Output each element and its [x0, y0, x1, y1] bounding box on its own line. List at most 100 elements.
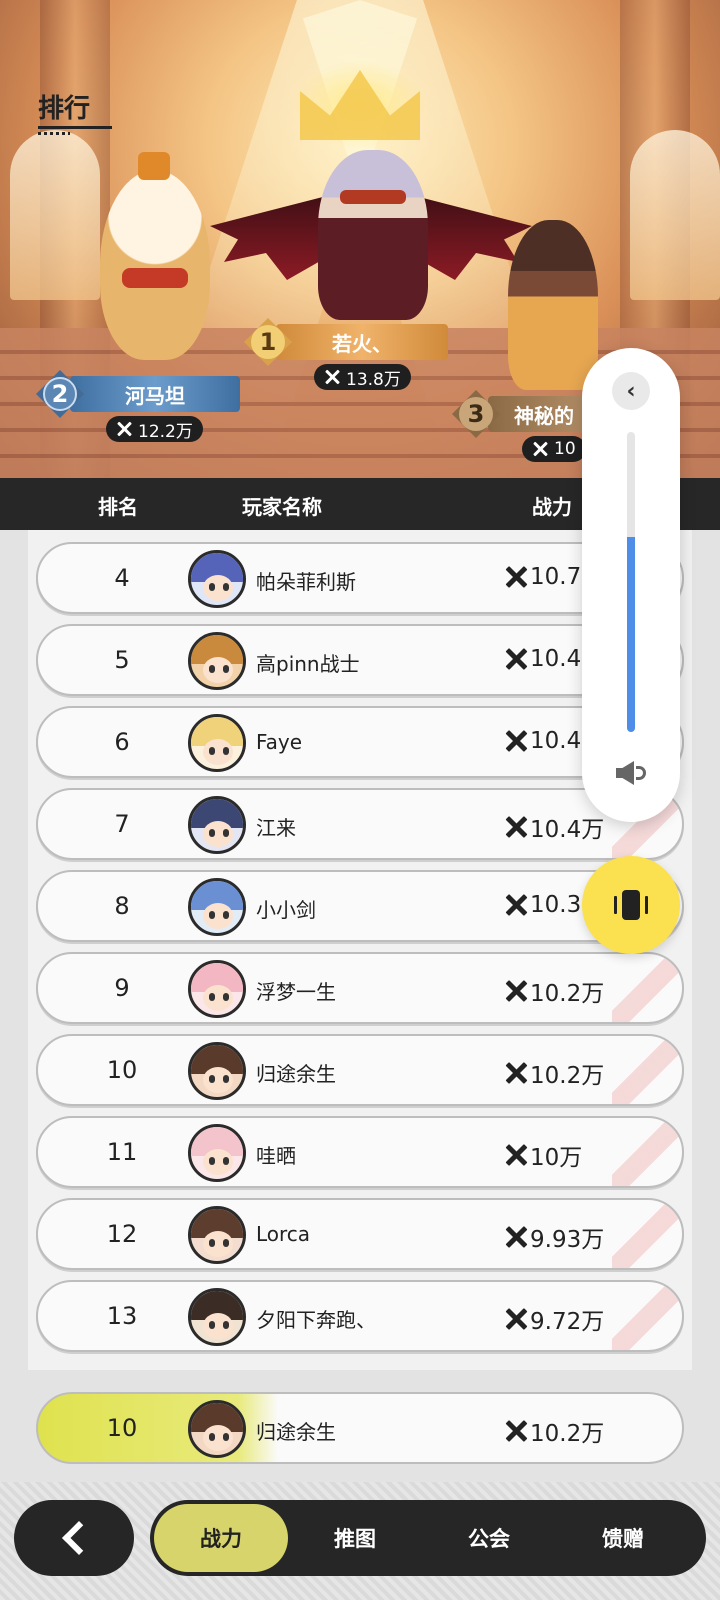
crossed-swords-icon: [324, 369, 340, 385]
podium-name-text: 河马坦: [125, 383, 185, 408]
row-power-value: 10.3: [530, 892, 582, 918]
avatar[interactable]: [188, 1288, 246, 1346]
rank-3-character[interactable]: [508, 220, 598, 390]
podium-name-1[interactable]: 若火、: [276, 324, 448, 360]
speaker-icon[interactable]: [612, 758, 650, 788]
row-power-value: 10.4: [530, 728, 582, 754]
row-power-value: 10.7: [530, 564, 582, 590]
row-player-name: 归途余生: [256, 1420, 336, 1444]
table-row[interactable]: 10 归途余生 10.2万: [36, 1034, 684, 1106]
tab-stages[interactable]: 推图: [288, 1500, 422, 1576]
row-rank: 7: [114, 810, 130, 838]
row-power-value: 10.4: [530, 646, 582, 672]
table-row[interactable]: 9 浮梦一生 10.2万: [36, 952, 684, 1024]
avatar-eye: [223, 911, 229, 919]
podium-name-2[interactable]: 河马坦: [70, 376, 240, 412]
avatar[interactable]: [188, 1206, 246, 1264]
tab-label: 战力: [200, 1527, 242, 1551]
crossed-swords-icon: [504, 647, 528, 671]
podium-power-value: 12.2万: [138, 421, 193, 442]
row-rank: 12: [106, 1220, 138, 1248]
volume-slider[interactable]: [627, 432, 635, 732]
avatar[interactable]: [188, 960, 246, 1018]
tab-guild[interactable]: 公会: [422, 1500, 556, 1576]
row-power: 10.2万: [504, 1056, 604, 1090]
tab-bar: 战力 推图 公会 馈赠: [150, 1500, 706, 1576]
rank-2-character[interactable]: [100, 152, 210, 360]
table-row[interactable]: 7 江来 10.4万: [36, 788, 684, 860]
row-decoration: [612, 1282, 682, 1350]
row-power-value: 10万: [530, 1145, 583, 1171]
row-player-name: 江来: [256, 816, 296, 840]
row-player-name: Lorca: [256, 1222, 311, 1246]
row-player-name: 高pinn战士: [256, 652, 360, 676]
avatar-eye: [209, 911, 215, 919]
avatar-eye: [209, 665, 215, 673]
avatar[interactable]: [188, 1042, 246, 1100]
table-row[interactable]: 11 哇晒 10万: [36, 1116, 684, 1188]
avatar-eye: [209, 1433, 215, 1441]
avatar[interactable]: [188, 878, 246, 936]
rank-1-character[interactable]: [318, 150, 428, 320]
character-visor: [340, 190, 406, 204]
crossed-swords-icon: [504, 729, 528, 753]
chevron-left-icon[interactable]: ‹: [612, 372, 650, 410]
avatar-eye: [223, 829, 229, 837]
row-player-name: 夕阳下奔跑、: [256, 1308, 376, 1332]
volume-panel[interactable]: ‹: [582, 348, 680, 822]
crossed-swords-icon: [504, 893, 528, 917]
tab-gifts[interactable]: 馈赠: [556, 1500, 690, 1576]
row-power: 10.2万: [504, 1414, 604, 1448]
row-rank: 8: [114, 892, 130, 920]
row-power-value: 10.2万: [530, 1063, 605, 1089]
podium-name-text: 神秘的: [514, 403, 574, 428]
avatar-eye: [223, 1239, 229, 1247]
podium-power-1: 13.8万: [314, 364, 411, 390]
table-row[interactable]: 12 Lorca 9.93万: [36, 1198, 684, 1270]
row-power: 9.72万: [504, 1302, 604, 1336]
row-rank: 5: [114, 646, 130, 674]
row-player-name: Faye: [256, 730, 303, 754]
avatar-eye: [223, 583, 229, 591]
row-player-name: 帕朵菲利斯: [256, 570, 356, 594]
crossed-swords-icon: [532, 441, 548, 457]
crossed-swords-icon: [504, 1307, 528, 1331]
podium-power-value: 10: [554, 439, 576, 459]
header-name: 玩家名称: [242, 495, 322, 519]
row-power: 10.4: [504, 646, 581, 672]
rank-badge-number: 2: [43, 377, 77, 411]
avatar[interactable]: [188, 1400, 246, 1458]
vibrate-toggle-button[interactable]: [582, 856, 680, 954]
row-rank: 11: [106, 1138, 138, 1166]
back-button[interactable]: [14, 1500, 134, 1576]
podium-power-value: 13.8万: [346, 369, 401, 390]
my-rank-row[interactable]: 10 归途余生 10.2万: [36, 1392, 684, 1464]
table-row[interactable]: 13 夕阳下奔跑、 9.72万: [36, 1280, 684, 1352]
crossed-swords-icon: [504, 815, 528, 839]
row-decoration: [612, 954, 682, 1022]
avatar-eye: [223, 1075, 229, 1083]
avatar[interactable]: [188, 1124, 246, 1182]
row-rank: 4: [114, 564, 130, 592]
crossed-swords-icon: [504, 1061, 528, 1085]
row-rank: 10: [106, 1056, 138, 1084]
row-power-value: 9.72万: [530, 1309, 605, 1335]
volume-slider-fill: [627, 537, 635, 732]
avatar[interactable]: [188, 550, 246, 608]
avatar[interactable]: [188, 632, 246, 690]
row-rank: 9: [114, 974, 130, 1002]
crossed-swords-icon: [504, 1143, 528, 1167]
podium-name-text: 若火、: [332, 331, 392, 356]
podium-power-2: 12.2万: [106, 416, 203, 442]
avatar[interactable]: [188, 714, 246, 772]
row-player-name: 小小剑: [256, 898, 316, 922]
avatar[interactable]: [188, 796, 246, 854]
title-dots: [38, 132, 70, 135]
page-title: 排行: [38, 94, 91, 124]
tab-power[interactable]: 战力: [154, 1504, 288, 1572]
avatar-eye: [223, 1157, 229, 1165]
avatar-eye: [223, 665, 229, 673]
row-decoration: [612, 1118, 682, 1186]
tab-label: 公会: [468, 1527, 510, 1551]
vibrate-icon: [622, 890, 640, 920]
